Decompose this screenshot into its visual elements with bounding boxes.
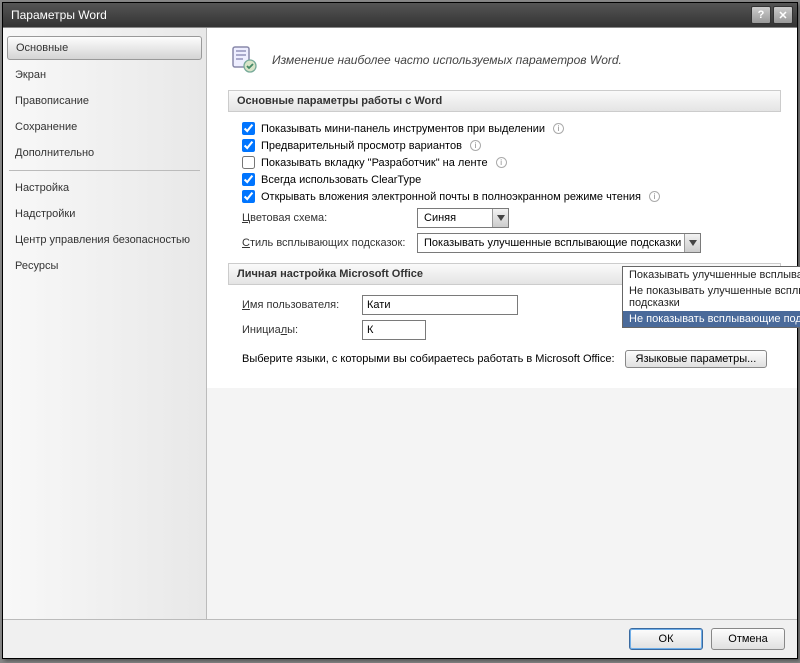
check-fullscreen-attachments: Открывать вложения электронной почты в п… (242, 190, 781, 203)
info-icon[interactable]: i (470, 140, 481, 151)
row-color-scheme: Цветовая схема: Синяя (242, 208, 781, 228)
row-tooltip-style: Стиль всплывающих подсказок: Показывать … (242, 233, 781, 253)
options-dialog: Параметры Word ? ✕ Основные Экран Правоп… (2, 2, 798, 659)
input-initials[interactable] (362, 320, 426, 340)
check-cleartype: Всегда использовать ClearType (242, 173, 781, 186)
info-icon[interactable]: i (496, 157, 507, 168)
checkbox-developer-tab[interactable] (242, 156, 255, 169)
label-languages: Выберите языки, с которыми вы собираетес… (242, 353, 615, 365)
sidebar-item-display[interactable]: Экран (3, 62, 206, 88)
row-languages: Выберите языки, с которыми вы собираетес… (242, 350, 781, 368)
label-color-scheme: Цветовая схема: (242, 212, 417, 224)
help-button[interactable]: ? (751, 6, 771, 24)
content-panel: Изменение наиболее часто используемых па… (207, 28, 797, 388)
page-header-text: Изменение наиболее часто используемых па… (272, 53, 622, 67)
dropdown-option-highlighted[interactable]: Не показывать всплывающие подсказки (623, 311, 800, 327)
sidebar-item-save[interactable]: Сохранение (3, 114, 206, 140)
sidebar: Основные Экран Правописание Сохранение Д… (3, 28, 207, 619)
label-developer-tab: Показывать вкладку "Разработчик" на лент… (261, 157, 488, 169)
check-live-preview: Предварительный просмотр вариантов i (242, 139, 781, 152)
chevron-down-icon[interactable] (684, 234, 700, 252)
sidebar-item-trust[interactable]: Центр управления безопасностью (3, 227, 206, 253)
sidebar-item-advanced[interactable]: Дополнительно (3, 140, 206, 166)
dialog-footer: ОК Отмена (3, 619, 797, 658)
sidebar-item-addins[interactable]: Надстройки (3, 201, 206, 227)
dropdown-tooltip-style: Показывать улучшенные всплывающие подска… (622, 266, 800, 328)
label-fullscreen-attachments: Открывать вложения электронной почты в п… (261, 191, 641, 203)
info-icon[interactable]: i (553, 123, 564, 134)
input-username[interactable] (362, 295, 518, 315)
sidebar-item-general[interactable]: Основные (7, 36, 202, 60)
dialog-body: Основные Экран Правописание Сохранение Д… (3, 27, 797, 619)
combo-tooltip-style[interactable]: Показывать улучшенные всплывающие подска… (417, 233, 701, 253)
ok-button[interactable]: ОК (629, 628, 703, 650)
section-header-general: Основные параметры работы с Word (228, 90, 781, 112)
page-header: Изменение наиболее часто используемых па… (228, 44, 781, 76)
dropdown-option[interactable]: Не показывать улучшенные всплывающие под… (623, 283, 800, 311)
label-tooltip-style: Стиль всплывающих подсказок: (242, 237, 417, 249)
label-cleartype: Всегда использовать ClearType (261, 174, 421, 186)
general-options: Показывать мини-панель инструментов при … (228, 122, 781, 253)
label-mini-toolbar: Показывать мини-панель инструментов при … (261, 123, 545, 135)
button-language-settings[interactable]: Языковые параметры... (625, 350, 768, 368)
check-mini-toolbar: Показывать мини-панель инструментов при … (242, 122, 781, 135)
chevron-down-icon[interactable] (492, 209, 508, 227)
sidebar-item-resources[interactable]: Ресурсы (3, 253, 206, 279)
close-button[interactable]: ✕ (773, 6, 793, 24)
check-developer-tab: Показывать вкладку "Разработчик" на лент… (242, 156, 781, 169)
sidebar-item-proofing[interactable]: Правописание (3, 88, 206, 114)
label-live-preview: Предварительный просмотр вариантов (261, 140, 462, 152)
dropdown-option[interactable]: Показывать улучшенные всплывающие подска… (623, 267, 800, 283)
titlebar: Параметры Word ? ✕ (3, 3, 797, 27)
content-area: Изменение наиболее часто используемых па… (207, 28, 797, 619)
cancel-button[interactable]: Отмена (711, 628, 785, 650)
checkbox-cleartype[interactable] (242, 173, 255, 186)
info-icon[interactable]: i (649, 191, 660, 202)
label-username: Имя пользователя: (242, 299, 362, 311)
window-title: Параметры Word (11, 8, 749, 22)
settings-icon (228, 44, 260, 76)
sidebar-divider (9, 170, 200, 171)
label-initials: Инициалы: (242, 324, 362, 336)
checkbox-live-preview[interactable] (242, 139, 255, 152)
combo-tooltip-value: Показывать улучшенные всплывающие подска… (417, 233, 701, 253)
combo-color-scheme[interactable]: Синяя (417, 208, 509, 228)
checkbox-fullscreen-attachments[interactable] (242, 190, 255, 203)
checkbox-mini-toolbar[interactable] (242, 122, 255, 135)
sidebar-item-customize[interactable]: Настройка (3, 175, 206, 201)
